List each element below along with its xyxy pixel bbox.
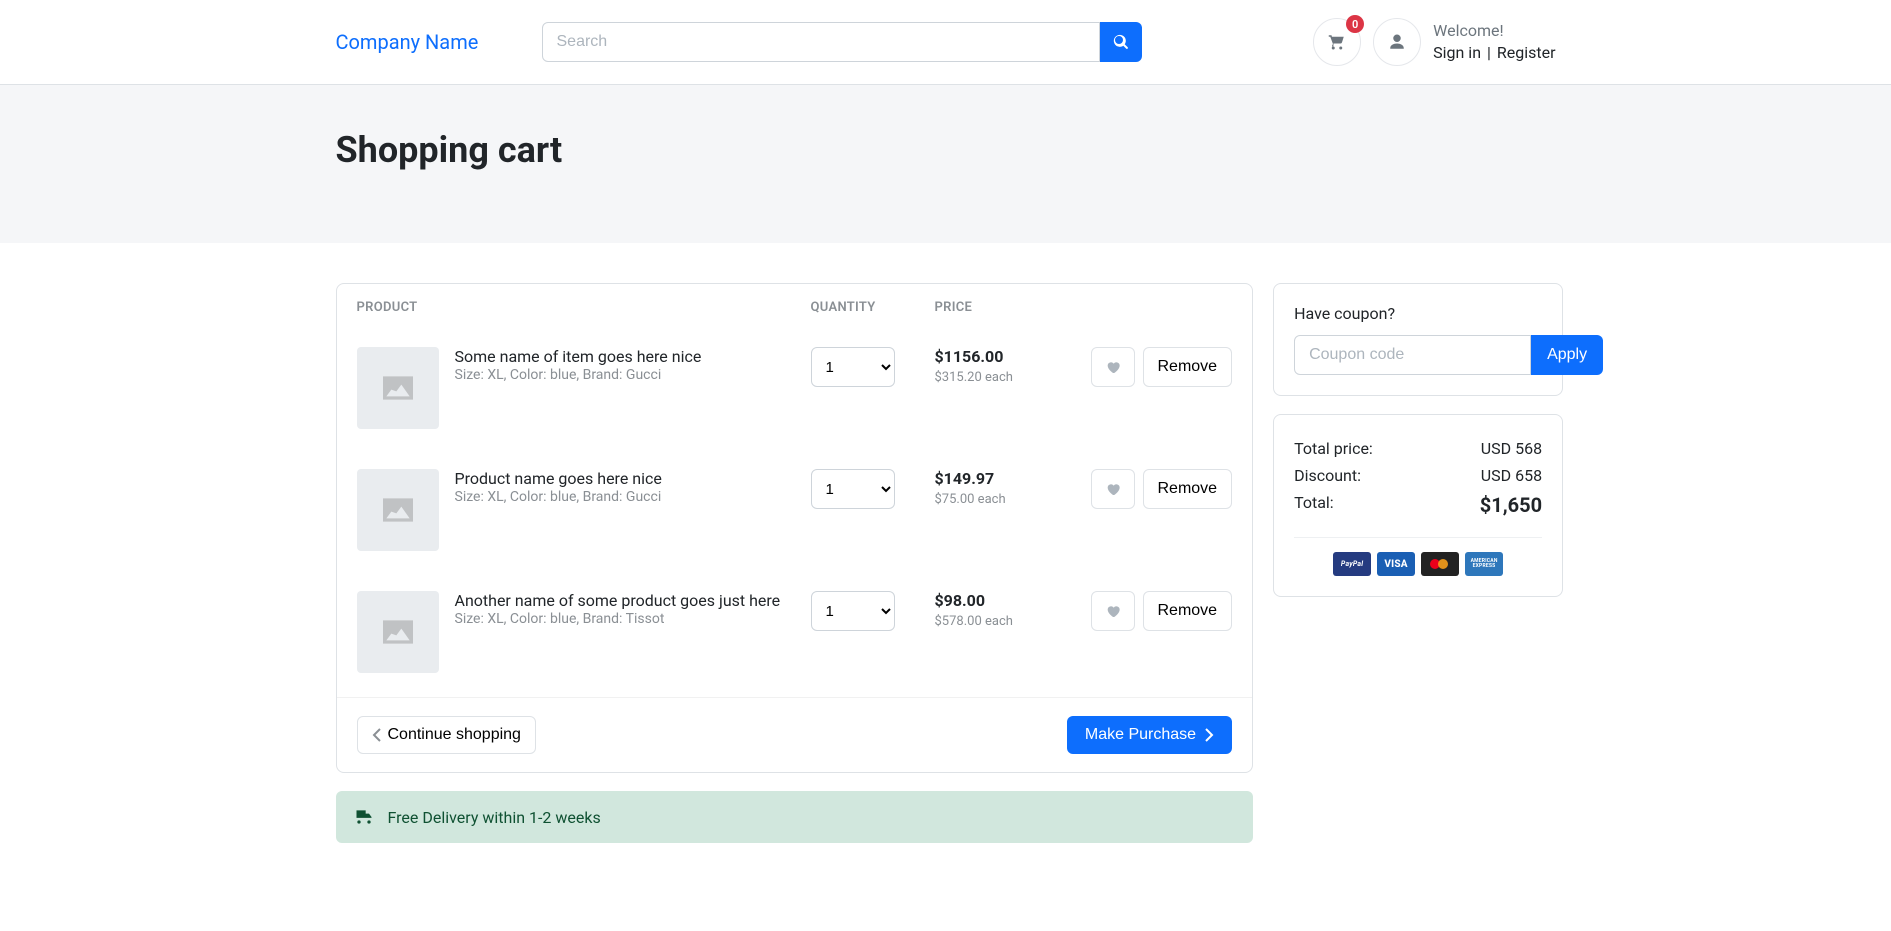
welcome-block: Welcome! Sign in | Register — [1433, 20, 1555, 65]
product-meta: Size: XL, Color: blue, Brand: Gucci — [455, 488, 725, 508]
summary-card: Total price: USD 568 Discount: USD 658 T… — [1273, 414, 1563, 597]
wishlist-button[interactable] — [1091, 347, 1135, 387]
product-title[interactable]: Another name of some product goes just h… — [455, 591, 781, 610]
heart-icon — [1105, 481, 1121, 497]
remove-button[interactable]: Remove — [1143, 591, 1233, 631]
summary-divider — [1294, 537, 1542, 538]
total-price-label: Total price: — [1294, 439, 1373, 458]
separator: | — [1487, 43, 1495, 62]
product-thumbnail — [357, 347, 439, 429]
signin-link[interactable]: Sign in — [1433, 43, 1481, 62]
user-icon — [1388, 33, 1406, 51]
cart-button[interactable]: 0 — [1313, 18, 1361, 66]
coupon-input[interactable] — [1294, 335, 1531, 375]
product-title[interactable]: Some name of item goes here nice — [455, 347, 702, 366]
col-quantity-header: QUANTITY — [811, 300, 935, 315]
cart-footer: Continue shopping Make Purchase — [337, 697, 1253, 772]
welcome-text: Welcome! — [1433, 20, 1555, 42]
wishlist-button[interactable] — [1091, 591, 1135, 631]
coupon-label: Have coupon? — [1294, 304, 1542, 323]
quantity-select[interactable]: 1 — [811, 469, 895, 509]
brand-link[interactable]: Company Name — [336, 30, 542, 54]
register-link[interactable]: Register — [1497, 43, 1556, 62]
page-header: Shopping cart — [0, 85, 1891, 243]
price-total: $1156.00 — [935, 347, 1091, 366]
coupon-apply-button[interactable]: Apply — [1531, 335, 1603, 375]
price-each: $578.00 each — [935, 614, 1091, 629]
discount-value: USD 658 — [1481, 466, 1542, 485]
mastercard-logo-icon — [1421, 552, 1459, 576]
wishlist-button[interactable] — [1091, 469, 1135, 509]
amex-logo-icon: AMERICAN EXPRESS — [1465, 552, 1503, 576]
search-icon — [1113, 34, 1129, 50]
cart-row: Some name of item goes here nice Size: X… — [337, 331, 1253, 453]
coupon-card: Have coupon? Apply — [1273, 283, 1563, 396]
price-each: $315.20 each — [935, 370, 1091, 385]
product-thumbnail — [357, 591, 439, 673]
top-bar: Company Name 0 Welcome! Sign in | Regist… — [0, 0, 1891, 85]
total-label: Total: — [1294, 493, 1334, 517]
continue-shopping-label: Continue shopping — [388, 726, 521, 744]
cart-row: Another name of some product goes just h… — [337, 575, 1253, 697]
truck-icon — [354, 807, 374, 827]
delivery-alert-text: Free Delivery within 1-2 weeks — [388, 808, 601, 827]
page-title: Shopping cart — [336, 129, 1556, 171]
product-thumbnail — [357, 469, 439, 551]
delivery-alert: Free Delivery within 1-2 weeks — [336, 791, 1254, 843]
search-button[interactable] — [1100, 22, 1142, 62]
cart-card: PRODUCT QUANTITY PRICE Some name of item… — [336, 283, 1254, 773]
table-header: PRODUCT QUANTITY PRICE — [337, 284, 1253, 331]
remove-button[interactable]: Remove — [1143, 347, 1233, 387]
heart-icon — [1105, 359, 1121, 375]
total-price-value: USD 568 — [1481, 439, 1542, 458]
cart-icon — [1328, 33, 1346, 51]
quantity-select[interactable]: 1 — [811, 591, 895, 631]
heart-icon — [1105, 603, 1121, 619]
col-price-header: PRICE — [935, 300, 1091, 315]
price-each: $75.00 each — [935, 492, 1091, 507]
discount-label: Discount: — [1294, 466, 1361, 485]
continue-shopping-button[interactable]: Continue shopping — [357, 716, 536, 754]
chevron-right-icon — [1204, 728, 1214, 742]
make-purchase-button[interactable]: Make Purchase — [1067, 716, 1232, 754]
make-purchase-label: Make Purchase — [1085, 726, 1196, 744]
price-total: $149.97 — [935, 469, 1091, 488]
product-meta: Size: XL, Color: blue, Brand: Gucci — [455, 366, 725, 386]
quantity-select[interactable]: 1 — [811, 347, 895, 387]
account-button[interactable] — [1373, 18, 1421, 66]
search-form — [542, 22, 1142, 62]
search-input[interactable] — [542, 22, 1100, 62]
product-meta: Size: XL, Color: blue, Brand: Tissot — [455, 610, 725, 630]
col-product-header: PRODUCT — [357, 300, 811, 315]
product-title[interactable]: Product name goes here nice — [455, 469, 662, 488]
cart-row: Product name goes here nice Size: XL, Co… — [337, 453, 1253, 575]
price-total: $98.00 — [935, 591, 1091, 610]
cart-count-badge: 0 — [1346, 15, 1364, 33]
payment-logos: PayPal VISA AMERICAN EXPRESS — [1294, 552, 1542, 576]
total-value: $1,650 — [1480, 493, 1542, 517]
chevron-left-icon — [372, 728, 382, 742]
visa-logo-icon: VISA — [1377, 552, 1415, 576]
remove-button[interactable]: Remove — [1143, 469, 1233, 509]
paypal-logo-icon: PayPal — [1333, 552, 1371, 576]
